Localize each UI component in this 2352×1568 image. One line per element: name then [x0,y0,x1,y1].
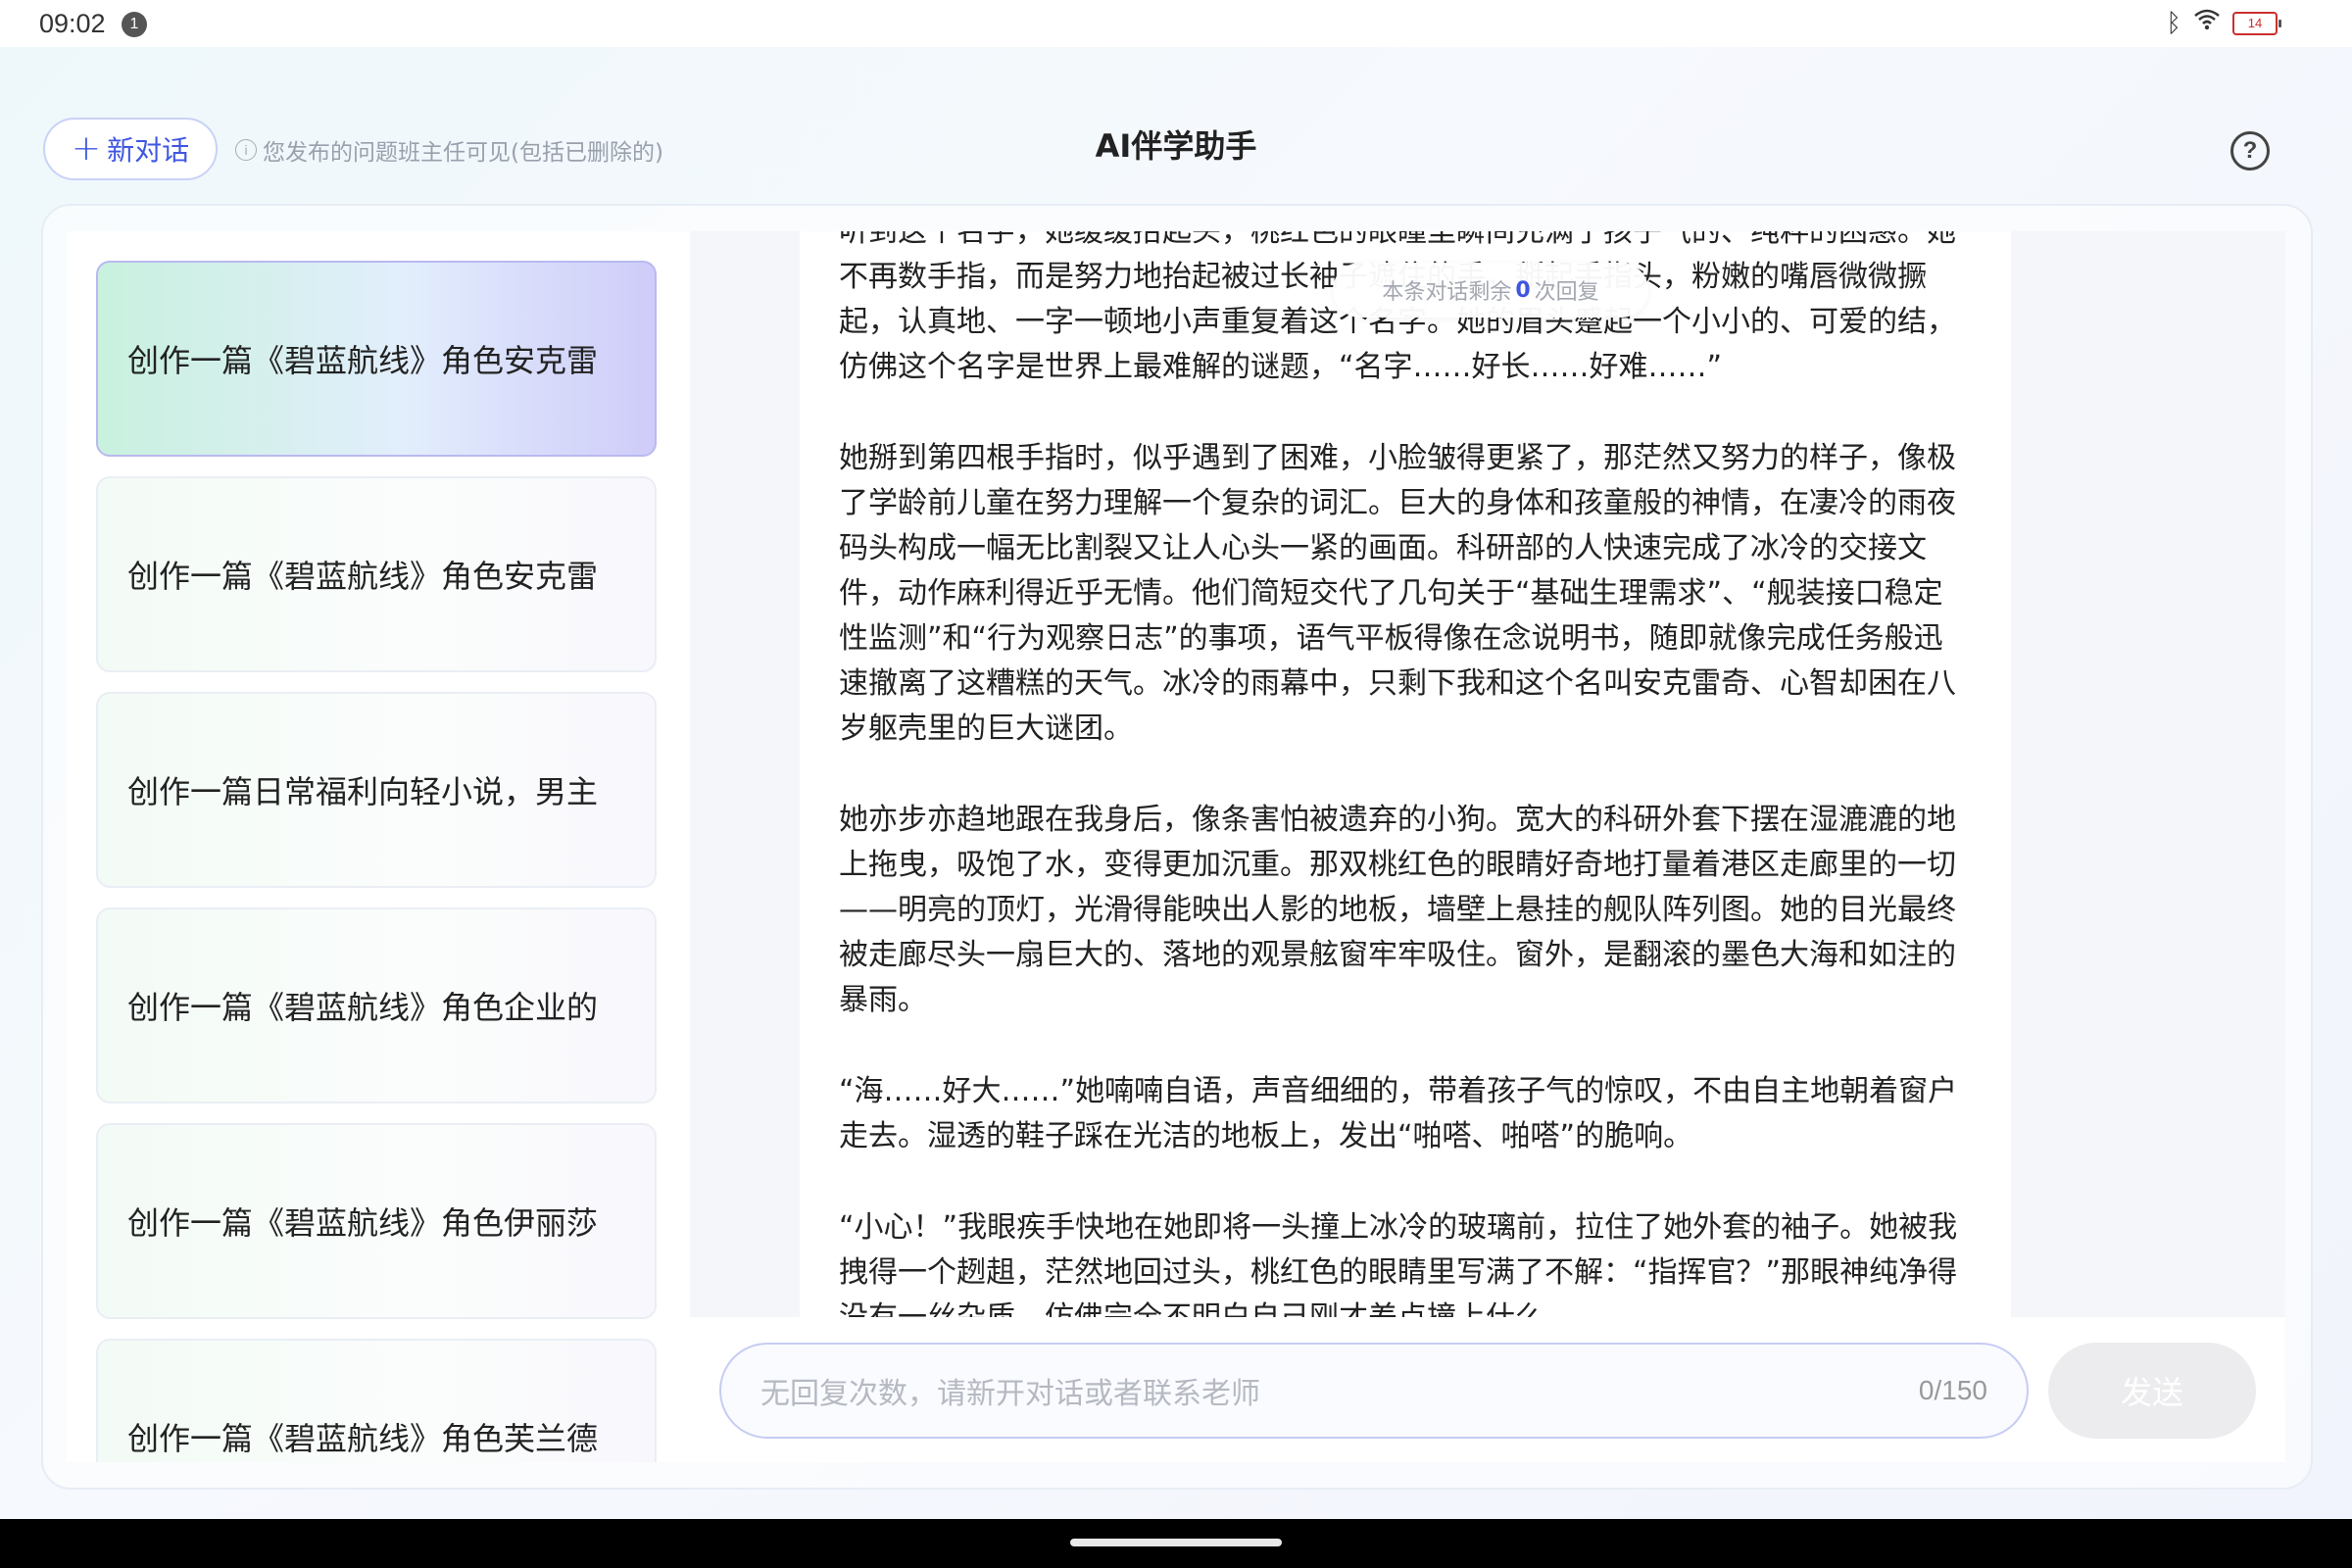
notification-badge-icon: 1 [122,12,147,37]
history-item[interactable]: 创作一篇《碧蓝航线》角色安克雷 [96,261,657,457]
battery-icon: 14 [2232,11,2281,35]
remaining-prefix: 本条对话剩余 [1382,280,1512,305]
remaining-replies-badge: 本条对话剩余 0 次回复 [1333,263,1648,318]
response-paragraph: 她亦步亦趋地跟在我身后，像条害怕被遗弃的小狗。宽大的科研外套下摆在湿漉漉的地上拖… [839,803,1956,1017]
message-input[interactable]: 无回复次数，请新开对话或者联系老师 0/150 [719,1343,2029,1439]
ai-response-text: 听到这个名字，她缓缓抬起头，桃红色的眼瞳里瞬间充满了孩子气的、纯粹的困惑。她不再… [839,231,1966,1317]
history-item[interactable]: 创作一篇日常福利向轻小说，男主 [96,692,657,888]
wifi-icon [2193,8,2221,38]
remaining-suffix: 次回复 [1534,280,1599,305]
send-button[interactable]: 发送 [2048,1343,2256,1439]
status-bar: 09:02 1 ᛒ 14 [0,0,2352,47]
help-icon[interactable]: ? [2230,131,2270,171]
history-item[interactable]: 创作一篇《碧蓝航线》角色企业的 [96,907,657,1103]
page-title: AI伴学助手 [1095,127,1257,165]
conversation-history-list[interactable]: 创作一篇《碧蓝航线》角色安克雷 创作一篇《碧蓝航线》角色安克雷 创作一篇日常福利… [67,231,690,1462]
history-item[interactable]: 创作一篇《碧蓝航线》角色芙兰德 [96,1339,657,1462]
status-icons: ᛒ 14 [2166,8,2281,38]
history-item[interactable]: 创作一篇《碧蓝航线》角色安克雷 [96,476,657,672]
home-indicator[interactable] [1070,1539,1282,1546]
bluetooth-icon: ᛒ [2166,8,2181,38]
status-time: 09:02 [39,9,106,38]
ai-response-bubble[interactable]: 听到这个名字，她缓缓抬起头，桃红色的眼瞳里瞬间充满了孩子气的、纯粹的困惑。她不再… [800,231,2011,1317]
response-paragraph: “小心！”我眼疾手快地在她即将一头撞上冰冷的玻璃前，拉住了她外套的袖子。她被我拽… [839,1210,1958,1317]
message-input-placeholder: 无回复次数，请新开对话或者联系老师 [760,1377,1260,1411]
response-paragraph: 她掰到第四根手指时，似乎遇到了困难，小脸皱得更紧了，那茫然又努力的样子，像极了学… [839,441,1956,746]
response-paragraph: “海……好大……”她喃喃自语，声音细细的，带着孩子气的惊叹，不由自主地朝着窗户走… [839,1074,1958,1153]
remaining-count: 0 [1515,277,1531,303]
history-item[interactable]: 创作一篇《碧蓝航线》角色伊丽莎 [96,1123,657,1319]
character-counter: 0/150 [1918,1375,1987,1405]
